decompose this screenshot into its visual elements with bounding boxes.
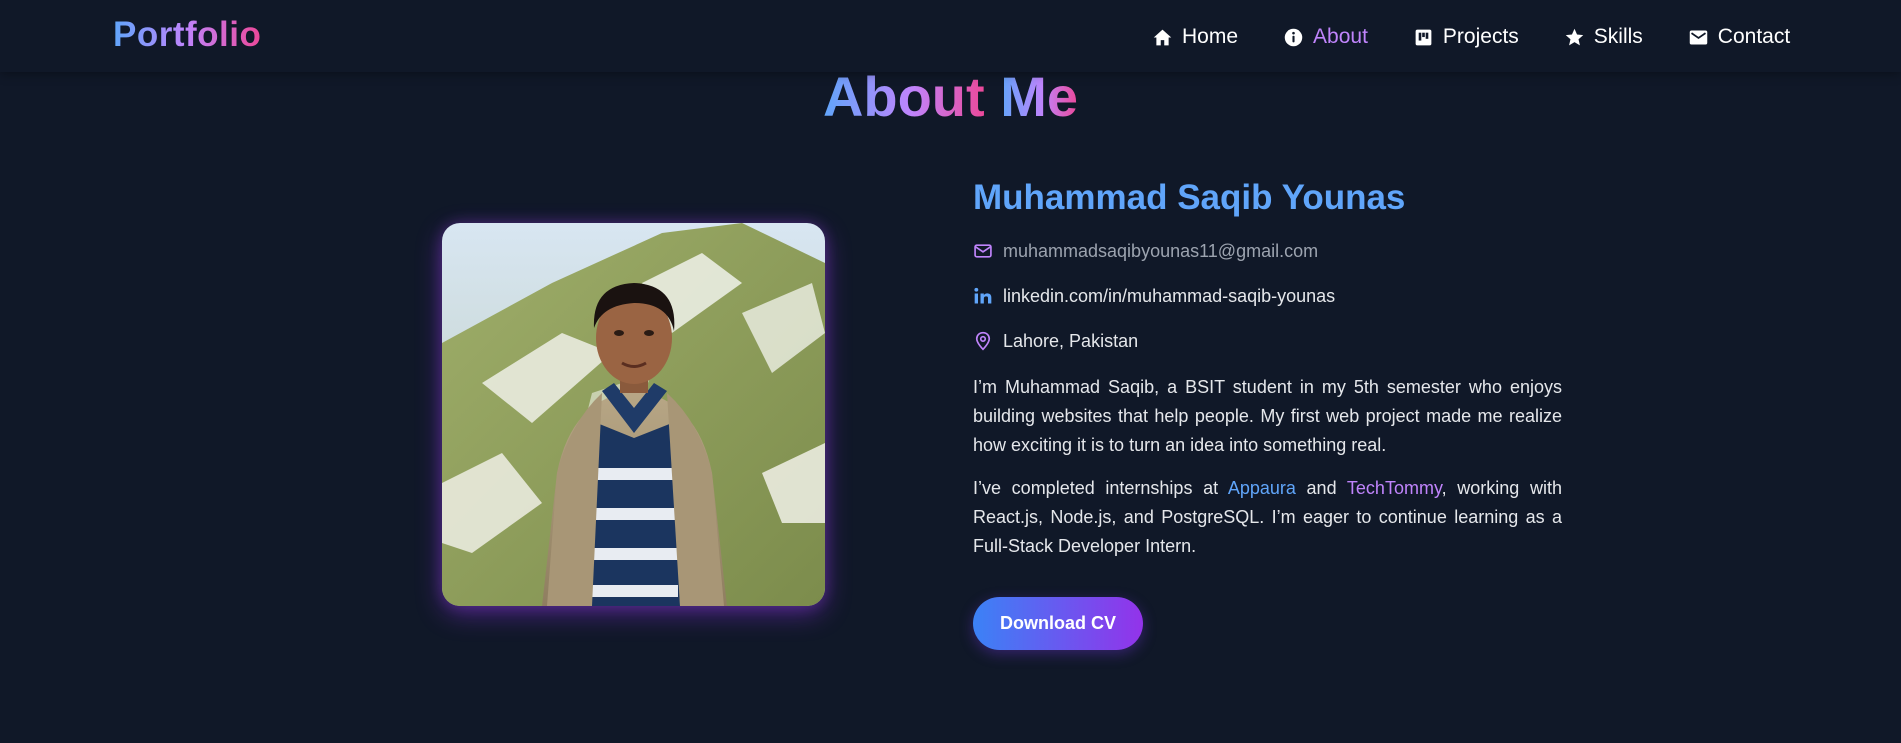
about-info: Muhammad Saqib Younas muhammadsaqibyouna… (973, 172, 1562, 650)
map-pin-icon (973, 331, 993, 351)
projects-icon (1413, 27, 1434, 48)
linkedin-icon (973, 286, 993, 306)
email-row: muhammadsaqibyounas11@gmail.com (973, 239, 1562, 263)
nav-item-contact[interactable]: Contact (1688, 25, 1790, 49)
profile-photo (442, 223, 825, 606)
location-row: Lahore, Pakistan (973, 329, 1562, 353)
envelope-icon (973, 241, 993, 261)
nav-label-skills: Skills (1593, 25, 1643, 48)
nav-item-about[interactable]: About (1283, 25, 1368, 49)
star-icon (1564, 27, 1585, 48)
nav-item-home[interactable]: Home (1152, 25, 1238, 49)
bio-paragraph-2-and: and (1295, 478, 1347, 498)
section-title-part1: About (822, 65, 985, 128)
nav-links: Home About Projects Skills Contact (1152, 22, 1790, 52)
mail-icon (1688, 27, 1709, 48)
navbar: Portfolio Home About Projects Skills Con… (0, 0, 1901, 72)
bio-paragraph-2-start: I’ve completed internships at (973, 478, 1228, 498)
nav-item-projects[interactable]: Projects (1413, 25, 1519, 49)
nav-label-projects: Projects (1442, 25, 1519, 48)
company-link-techtommy[interactable]: TechTommy (1347, 478, 1442, 498)
nav-label-contact: Contact (1717, 25, 1791, 48)
section-title-part2: Me (1000, 65, 1079, 128)
bio-paragraph-1: I’m Muhammad Saqib, a BSIT student in my… (973, 377, 1562, 455)
home-icon (1152, 27, 1173, 48)
location-text: Lahore, Pakistan (1003, 330, 1139, 351)
section-title: About Me (0, 62, 1901, 132)
download-cv-button[interactable]: Download CV (973, 597, 1143, 650)
profile-name: Muhammad Saqib Younas (973, 178, 1406, 217)
bio-paragraph-2: I’ve completed internships at Appaura an… (973, 474, 1562, 561)
linkedin-row: linkedin.com/in/muhammad-saqib-younas (973, 284, 1562, 308)
nav-label-home: Home (1182, 25, 1239, 48)
nav-item-skills[interactable]: Skills (1564, 25, 1643, 49)
logo[interactable]: Portfolio (113, 15, 261, 55)
company-link-appaura[interactable]: Appaura (1228, 478, 1296, 498)
nav-label-about: About (1313, 25, 1368, 48)
linkedin-link[interactable]: linkedin.com/in/muhammad-saqib-younas (1003, 286, 1335, 307)
email-link[interactable]: muhammadsaqibyounas11@gmail.com (1003, 241, 1318, 262)
info-icon (1283, 27, 1304, 48)
